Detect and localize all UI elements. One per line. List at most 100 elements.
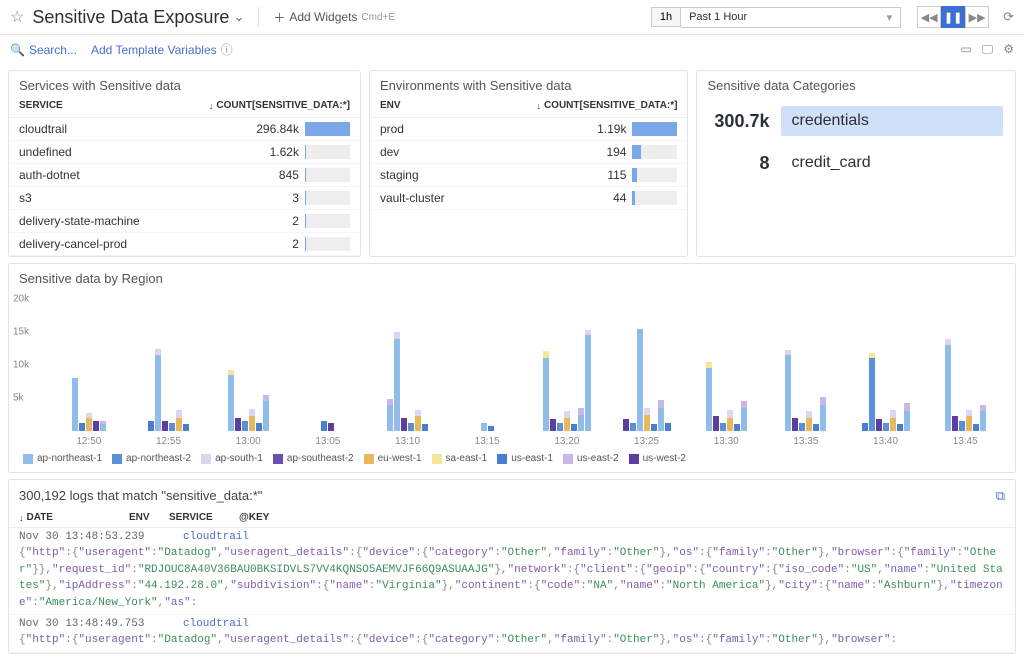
bar[interactable] [148, 421, 154, 431]
bar[interactable] [959, 421, 965, 431]
bar[interactable] [820, 397, 826, 431]
bar[interactable] [228, 370, 234, 431]
col-count[interactable]: ↓COUNT[SENSITIVE_DATA:*] [209, 100, 350, 111]
bar[interactable] [564, 411, 570, 431]
bar[interactable] [488, 426, 494, 431]
time-range-select[interactable]: Past 1 Hour ▾ [681, 7, 901, 28]
bar[interactable] [169, 423, 175, 431]
bar[interactable] [249, 409, 255, 431]
bar[interactable] [945, 339, 951, 431]
bar[interactable] [869, 353, 875, 431]
bar[interactable] [162, 421, 168, 431]
rewind-button[interactable]: ◀◀ [917, 6, 941, 28]
bar[interactable] [155, 349, 161, 431]
bar[interactable] [86, 413, 92, 431]
search-link[interactable]: 🔍 Search... [10, 43, 77, 57]
bar[interactable] [571, 424, 577, 431]
bar[interactable] [952, 416, 958, 431]
table-row[interactable]: undefined 1.62k [9, 141, 360, 164]
log-row[interactable]: Nov 30 13:48:49.753 cloudtrail {"http":{… [9, 615, 1015, 653]
col-key[interactable]: @KEY [239, 512, 269, 523]
bar[interactable] [543, 351, 549, 432]
bar[interactable] [785, 350, 791, 431]
legend-item[interactable]: ap-northeast-1 [23, 453, 102, 464]
bar[interactable] [644, 408, 650, 431]
legend-item[interactable]: ap-southeast-2 [273, 453, 354, 464]
bar[interactable] [263, 395, 269, 431]
legend-item[interactable]: us-east-1 [497, 453, 553, 464]
bar[interactable] [813, 424, 819, 431]
table-row[interactable]: vault-cluster 44 [370, 187, 688, 210]
bar[interactable] [578, 408, 584, 431]
table-row[interactable]: prod 1.19k [370, 118, 688, 141]
bar[interactable] [904, 403, 910, 431]
bar[interactable] [401, 418, 407, 431]
table-row[interactable]: dev 194 [370, 141, 688, 164]
forward-button[interactable]: ▶▶ [965, 6, 989, 28]
dashboard-title[interactable]: Sensitive Data Exposure ⌄ [32, 7, 244, 28]
bar[interactable] [321, 421, 327, 431]
legend-item[interactable]: ap-northeast-2 [112, 453, 191, 464]
bar[interactable] [183, 424, 189, 431]
legend-item[interactable]: eu-west-1 [364, 453, 422, 464]
bar[interactable] [394, 332, 400, 431]
table-row[interactable]: auth-dotnet 845 [9, 164, 360, 187]
legend-item[interactable]: ap-south-1 [201, 453, 263, 464]
monitor-icon[interactable]: 🖵 [982, 42, 994, 57]
region-chart[interactable]: 20k15k10k5k 12:5012:5513:0013:0513:1013:… [9, 289, 1015, 449]
pause-button[interactable]: ❚❚ [941, 6, 965, 28]
bar[interactable] [741, 401, 747, 431]
bar[interactable] [100, 421, 106, 431]
bar[interactable] [799, 423, 805, 431]
col-date[interactable]: ↓DATE [19, 512, 129, 523]
bar[interactable] [713, 416, 719, 431]
bar[interactable] [727, 410, 733, 431]
gear-icon[interactable]: ⚙ [1003, 42, 1014, 57]
bar[interactable] [422, 424, 428, 431]
bar[interactable] [973, 424, 979, 431]
time-quick-button[interactable]: 1h [651, 7, 681, 27]
bar[interactable] [256, 423, 262, 431]
bar[interactable] [897, 424, 903, 431]
bar[interactable] [658, 400, 664, 431]
refresh-icon[interactable]: ⟳ [1003, 9, 1014, 25]
col-count[interactable]: ↓COUNT[SENSITIVE_DATA:*] [536, 100, 677, 111]
log-row[interactable]: Nov 30 13:48:53.239 cloudtrail {"http":{… [9, 528, 1015, 615]
bar[interactable] [966, 410, 972, 431]
bar[interactable] [557, 423, 563, 431]
bar[interactable] [481, 423, 487, 431]
bar[interactable] [585, 330, 591, 431]
tv-icon[interactable]: ▭ [960, 42, 971, 57]
bar[interactable] [387, 399, 393, 431]
bar[interactable] [806, 411, 812, 431]
bar[interactable] [623, 419, 629, 431]
bar[interactable] [651, 424, 657, 431]
bar[interactable] [72, 378, 78, 431]
bar[interactable] [876, 419, 882, 431]
bar[interactable] [883, 423, 889, 431]
bar[interactable] [890, 410, 896, 431]
col-env[interactable]: ENV [129, 512, 169, 523]
table-row[interactable]: cloudtrail 296.84k [9, 118, 360, 141]
bar[interactable] [720, 423, 726, 431]
bar[interactable] [550, 419, 556, 431]
template-vars-link[interactable]: Add Template Variables ⓘ [91, 41, 233, 58]
bar[interactable] [706, 362, 712, 431]
bar[interactable] [792, 418, 798, 431]
table-row[interactable]: delivery-cancel-prod 2 [9, 233, 360, 256]
bar[interactable] [176, 410, 182, 431]
col-env[interactable]: ENV [380, 100, 401, 111]
bar[interactable] [637, 329, 643, 431]
bar[interactable] [242, 421, 248, 431]
category-row[interactable]: 8 credit_card [699, 142, 1013, 184]
bar[interactable] [415, 410, 421, 431]
bar[interactable] [862, 423, 868, 431]
bar[interactable] [980, 405, 986, 431]
favorite-star-icon[interactable]: ☆ [10, 7, 24, 27]
table-row[interactable]: delivery-state-machine 2 [9, 210, 360, 233]
bar[interactable] [665, 423, 671, 431]
table-row[interactable]: staging 115 [370, 164, 688, 187]
category-row[interactable]: 300.7k credentials [699, 100, 1013, 142]
legend-item[interactable]: sa-east-1 [432, 453, 488, 464]
bar[interactable] [79, 423, 85, 431]
